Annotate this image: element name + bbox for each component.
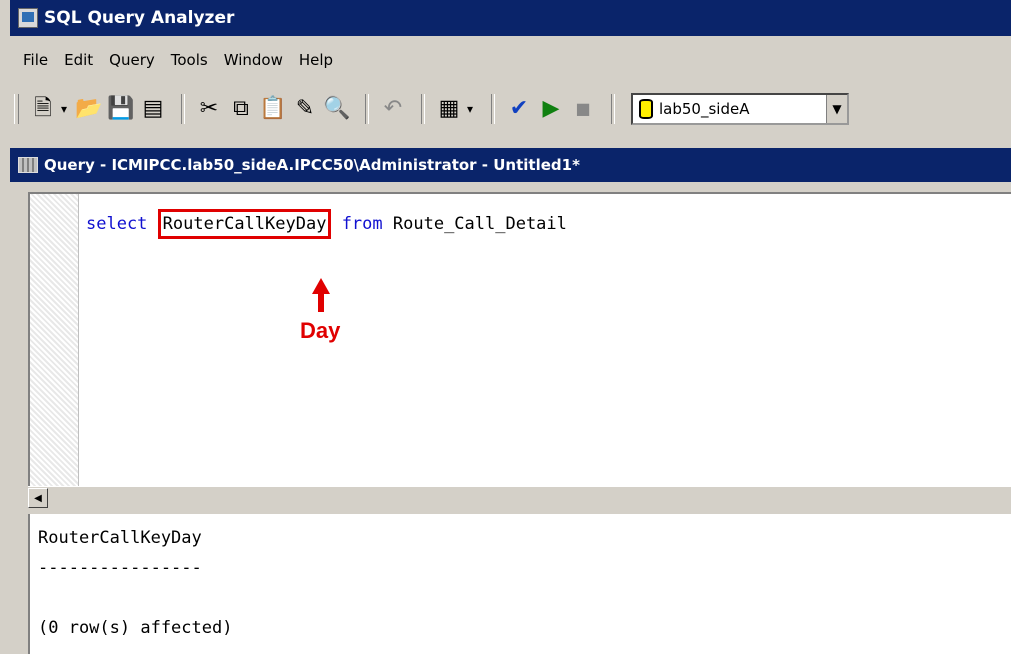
toolbar-separator xyxy=(611,94,615,124)
query-code-line[interactable]: select RouterCallKeyDay from Route_Call_… xyxy=(86,209,567,239)
results-divider: ---------------- xyxy=(38,558,202,578)
chevron-down-icon[interactable]: ▼ xyxy=(826,95,847,123)
execute-query-play-icon[interactable]: ▶ xyxy=(537,95,565,123)
toolbar-separator xyxy=(421,94,425,124)
new-query-icon[interactable]: 🗎 xyxy=(29,95,57,123)
horizontal-scrollbar[interactable]: ◀ xyxy=(28,486,1011,509)
app-title-bar: SQL Query Analyzer xyxy=(10,0,1011,36)
query-window-title: Query - ICMIPCC.lab50_sideA.IPCC50\Admin… xyxy=(44,156,580,174)
query-analyzer-app-icon xyxy=(18,8,38,28)
results-grid-icon[interactable]: ▦ xyxy=(435,95,463,123)
insert-template-icon[interactable]: ▤ xyxy=(139,95,167,123)
query-window-icon xyxy=(18,157,38,173)
database-select[interactable]: lab50_sideA ▼ xyxy=(631,93,849,125)
toolbar-separator xyxy=(491,94,495,124)
query-editor[interactable]: select RouterCallKeyDay from Route_Call_… xyxy=(28,192,1011,488)
annotation-label: Day xyxy=(300,318,341,343)
toolbar-grip[interactable] xyxy=(14,94,19,124)
select-keyword: select xyxy=(86,214,148,234)
menu-edit[interactable]: Edit xyxy=(64,51,93,69)
undo-icon[interactable]: ↶ xyxy=(379,95,407,123)
highlighted-column-name: RouterCallKeyDay xyxy=(157,209,332,239)
results-column-header: RouterCallKeyDay xyxy=(38,528,202,548)
edit-icon[interactable]: ✎ xyxy=(291,95,319,123)
app-title: SQL Query Analyzer xyxy=(44,8,235,28)
menu-tools[interactable]: Tools xyxy=(171,51,208,69)
results-dropdown-icon[interactable]: ▾ xyxy=(463,95,477,123)
menu-bar: File Edit Query Tools Window Help xyxy=(10,47,1011,73)
results-status: (0 row(s) affected) xyxy=(38,618,233,638)
open-folder-icon[interactable]: 📂 xyxy=(75,95,103,123)
toolbar: 🗎 ▾ 📂 💾 ▤ ✂ ⧉ 📋 ✎ 🔍 ↶ ▦ ▾ ✔ ▶ ■ lab50_si… xyxy=(10,87,1011,131)
table-name: Route_Call_Detail xyxy=(392,214,567,234)
database-select-value: lab50_sideA xyxy=(659,100,750,118)
cut-icon[interactable]: ✂ xyxy=(195,95,223,123)
copy-icon[interactable]: ⧉ xyxy=(227,95,255,123)
find-icon[interactable]: 🔍 xyxy=(323,95,351,123)
menu-window[interactable]: Window xyxy=(224,51,283,69)
new-query-dropdown-icon[interactable]: ▾ xyxy=(57,95,71,123)
stop-query-icon[interactable]: ■ xyxy=(569,95,597,123)
results-pane: RouterCallKeyDay ---------------- (0 row… xyxy=(28,514,1011,654)
query-window-title-bar: Query - ICMIPCC.lab50_sideA.IPCC50\Admin… xyxy=(10,148,1011,182)
from-keyword: from xyxy=(341,214,383,234)
parse-query-checkmark-icon[interactable]: ✔ xyxy=(505,95,533,123)
annotation-arrow-shaft xyxy=(318,292,324,312)
database-icon xyxy=(639,99,653,119)
menu-query[interactable]: Query xyxy=(109,51,155,69)
toolbar-separator xyxy=(365,94,369,124)
toolbar-separator xyxy=(181,94,185,124)
scroll-left-icon[interactable]: ◀ xyxy=(28,488,48,508)
menu-help[interactable]: Help xyxy=(299,51,333,69)
save-icon[interactable]: 💾 xyxy=(107,95,135,123)
query-window: Query - ICMIPCC.lab50_sideA.IPCC50\Admin… xyxy=(10,148,1011,654)
menu-file[interactable]: File xyxy=(23,51,48,69)
editor-gutter xyxy=(30,194,79,488)
paste-icon[interactable]: 📋 xyxy=(259,95,287,123)
